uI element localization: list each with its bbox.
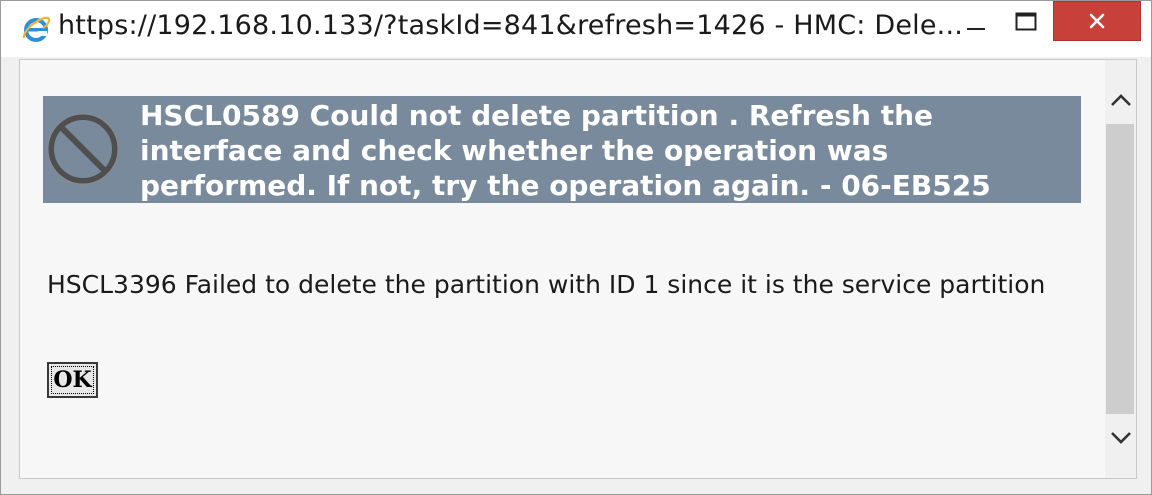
- title-bar[interactable]: https://192.168.10.133/?taskId=841&refre…: [1, 1, 1151, 57]
- minimize-icon: [967, 28, 985, 30]
- error-banner: HSCL0589 Could not delete partition . Re…: [43, 96, 1081, 203]
- chevron-up-icon: [1110, 94, 1131, 106]
- scroll-up-button[interactable]: [1105, 82, 1136, 118]
- vertical-scrollbar[interactable]: [1105, 60, 1136, 478]
- maximize-button[interactable]: [1004, 1, 1048, 41]
- window-title: https://192.168.10.133/?taskId=841&refre…: [58, 10, 964, 41]
- close-icon: [1089, 13, 1105, 29]
- browser-popup-window: https://192.168.10.133/?taskId=841&refre…: [0, 0, 1152, 495]
- chevron-down-icon: [1110, 432, 1131, 444]
- prohibited-icon: [47, 113, 119, 185]
- dialog-content: HSCL0589 Could not delete partition . Re…: [19, 59, 1137, 479]
- error-title: HSCL0589 Could not delete partition . Re…: [140, 99, 991, 202]
- maximize-icon: [1015, 12, 1037, 31]
- ok-button[interactable]: OK: [47, 362, 98, 398]
- scroll-thumb[interactable]: [1106, 124, 1134, 414]
- internet-explorer-icon: [22, 16, 51, 42]
- scroll-down-button[interactable]: [1105, 420, 1136, 456]
- close-button[interactable]: [1053, 1, 1141, 41]
- error-detail-message: HSCL3396 Failed to delete the partition …: [47, 270, 1046, 299]
- minimize-button[interactable]: [954, 1, 998, 41]
